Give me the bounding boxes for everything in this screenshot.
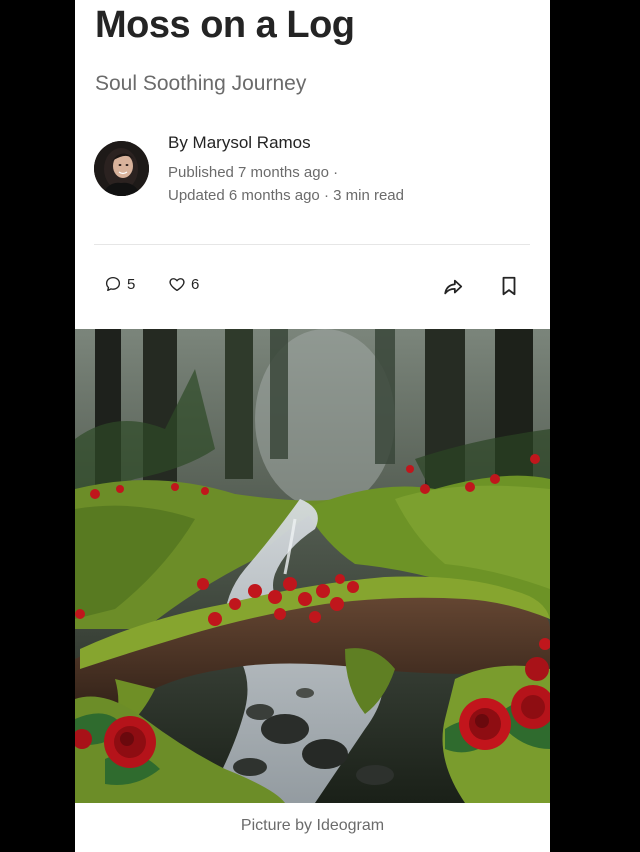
comments-count: 5: [127, 275, 136, 293]
bookmark-button[interactable]: [499, 275, 519, 302]
comments-button[interactable]: 5: [104, 275, 135, 293]
author-name[interactable]: By Marysol Ramos: [168, 133, 311, 153]
article-subtitle: Soul Soothing Journey: [95, 72, 307, 95]
likes-count: 6: [191, 275, 200, 293]
article-column: Moss on a Log Soul Soothing Journey By M…: [75, 0, 550, 852]
updated-date-read-time: Updated 6 months ago · 3 min read: [168, 187, 404, 204]
article-title: Moss on a Log: [95, 4, 355, 46]
like-button[interactable]: 6: [168, 275, 199, 293]
avatar-image: [94, 141, 149, 196]
heart-icon: [169, 278, 185, 292]
forest-stream-illustration: [75, 329, 550, 803]
hero-image[interactable]: [75, 329, 550, 803]
published-date: Published 7 months ago ·: [168, 164, 339, 181]
share-icon: [444, 279, 463, 295]
image-caption: Picture by Ideogram: [240, 817, 385, 834]
author-avatar[interactable]: [94, 141, 149, 196]
share-button[interactable]: [442, 276, 464, 303]
bookmark-icon: [502, 276, 516, 296]
divider: [94, 244, 530, 245]
comment-icon: [105, 276, 121, 292]
